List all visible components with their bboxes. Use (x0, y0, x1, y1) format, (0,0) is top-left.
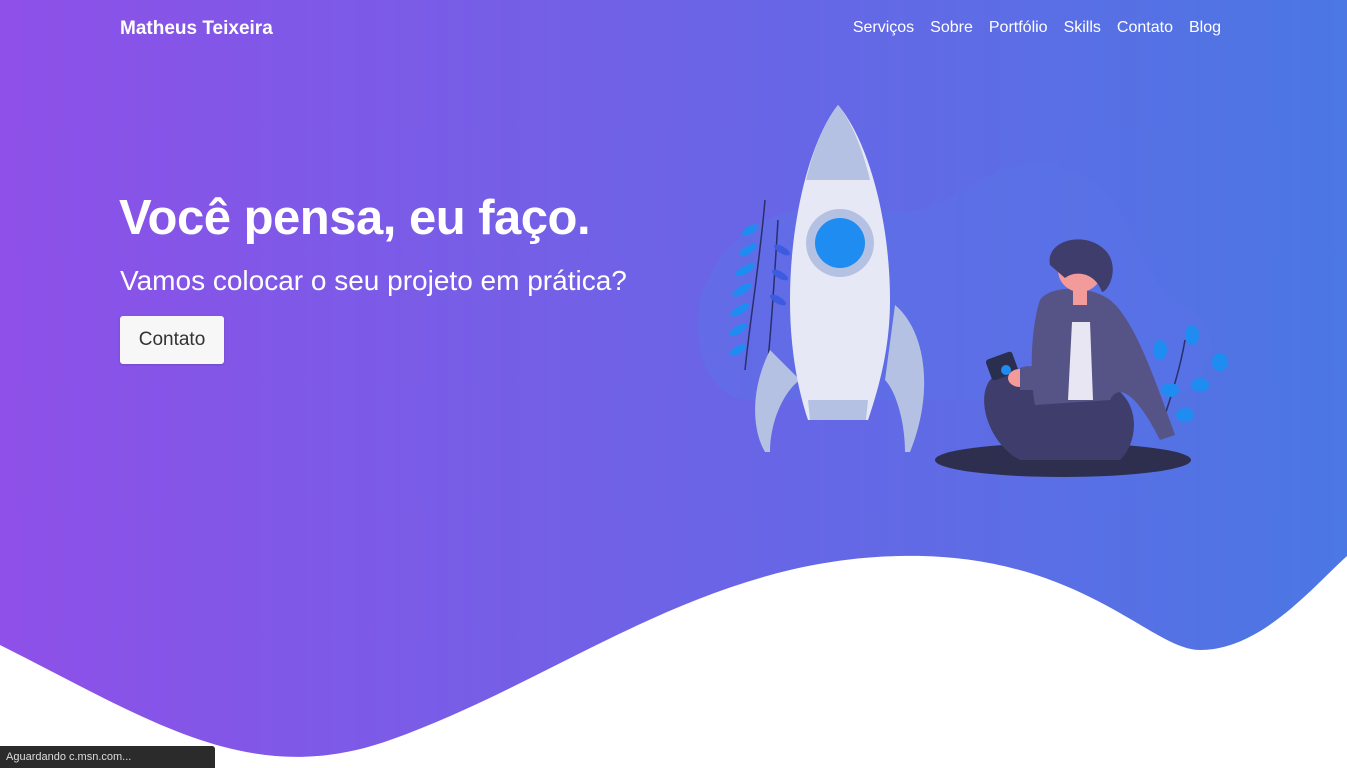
nav-link-portfolio[interactable]: Portfólio (989, 19, 1048, 37)
nav-link-contato[interactable]: Contato (1117, 19, 1173, 37)
rocket-person-illustration (697, 105, 1228, 477)
nav-link-skills[interactable]: Skills (1064, 19, 1101, 37)
hero-headline: Você pensa, eu faço. (119, 191, 591, 245)
nav-menu: Serviços Sobre Portfólio Skills Contato … (853, 19, 1221, 37)
nav-link-sobre[interactable]: Sobre (930, 19, 973, 37)
browser-status-bar: Aguardando c.msn.com... (0, 746, 215, 768)
nav-link-blog[interactable]: Blog (1189, 19, 1221, 37)
hero-subheadline: Vamos colocar o seu projeto em prática? (120, 265, 627, 296)
nav-link-servicos[interactable]: Serviços (853, 19, 914, 37)
contact-button[interactable]: Contato (120, 316, 224, 364)
top-navbar: Matheus Teixeira Serviços Sobre Portfóli… (0, 0, 1347, 58)
brand-logo-link[interactable]: Matheus Teixeira (120, 18, 273, 40)
